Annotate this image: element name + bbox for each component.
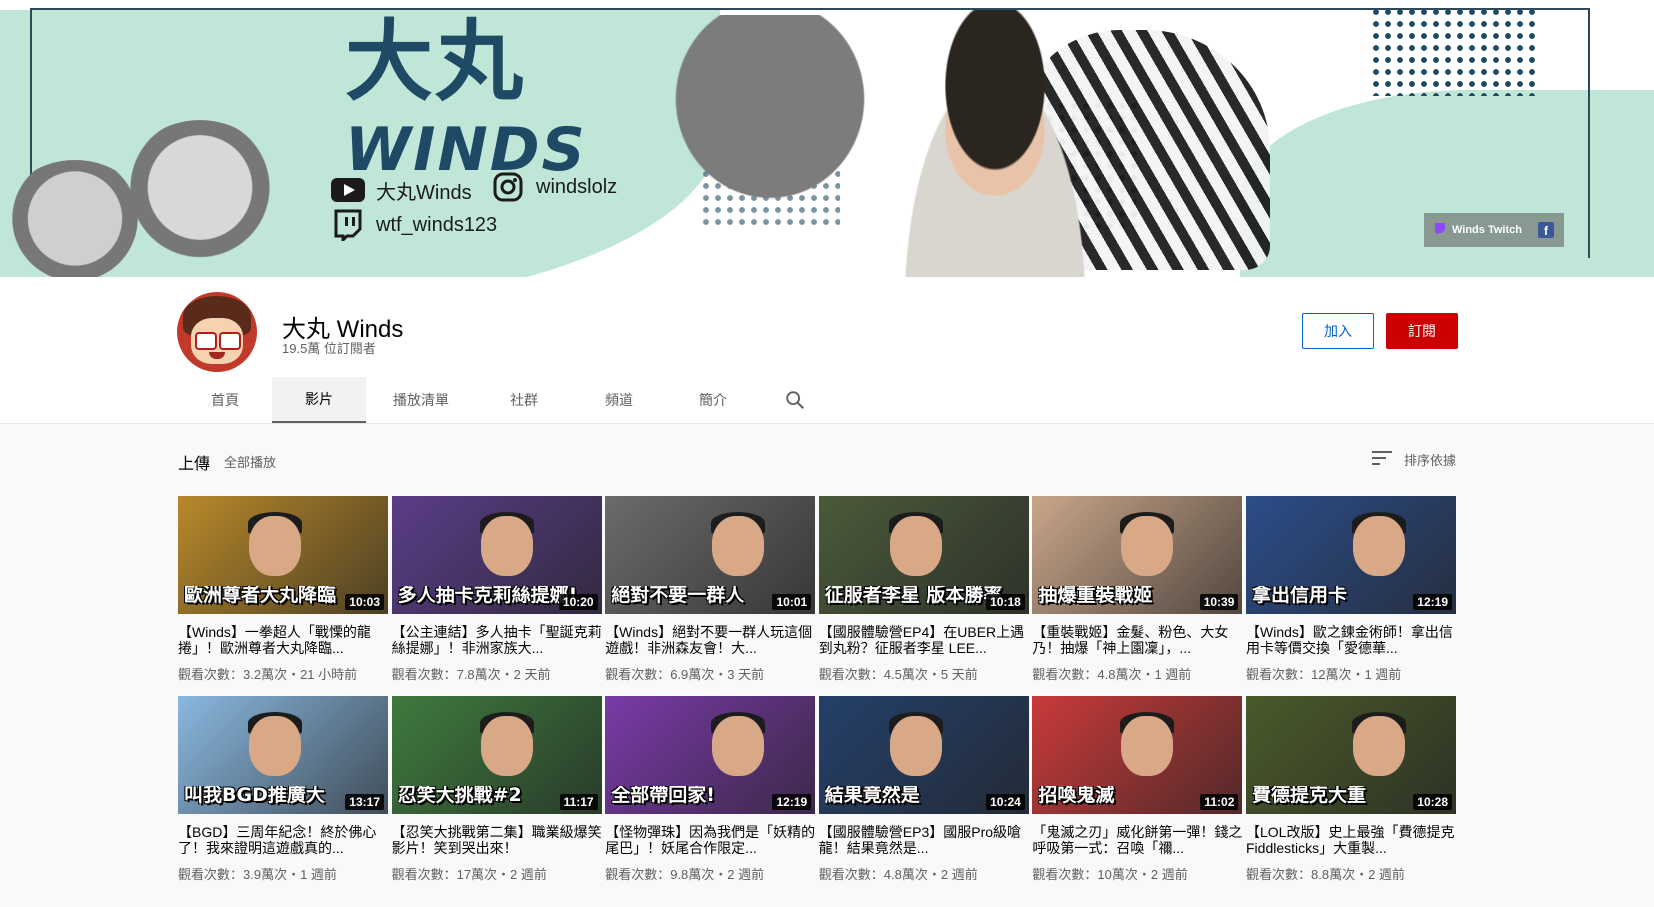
video-card[interactable]: 歐洲尊者大丸降臨 10:03 【Winds】一拳超人「戰慄的龍捲」！歐洲尊者大丸降臨… — [178, 496, 388, 683]
video-duration: 10:39 — [1199, 594, 1239, 610]
channel-banner: 大丸 WINDS 大丸Winds windslolz wtf_winds123 … — [0, 0, 1654, 277]
video-title[interactable]: 【LOL改版】史上最強「費德提克 Fiddlesticks」大重製... — [1246, 824, 1456, 856]
video-meta: 觀看次數：3.9萬次・1 週前 — [178, 867, 337, 882]
video-duration: 10:18 — [986, 594, 1025, 610]
search-icon[interactable] — [760, 377, 830, 423]
tab-community[interactable]: 社群 — [476, 377, 572, 423]
video-card[interactable]: 征服者李星 版本勝率 10:18 【國服體驗營EP4】在UBER上遇到丸粉？征服者李… — [818, 496, 1029, 683]
video-thumbnail[interactable]: 叫我BGD推廣大 13:17 — [178, 696, 388, 814]
video-meta: 觀看次數：4.5萬次・5 天前 — [818, 667, 978, 682]
lemur-image — [120, 120, 280, 270]
video-duration: 11:17 — [559, 794, 598, 810]
video-title[interactable]: 【Winds】歐之鍊金術師！拿出信用卡等價交換「愛德華... — [1246, 624, 1456, 656]
video-duration: 10:28 — [1413, 794, 1452, 810]
banner-link-label: Winds Twitch — [1452, 224, 1522, 236]
tab-home[interactable]: 首頁 — [178, 377, 272, 423]
section-title: 上傳 — [178, 456, 211, 473]
video-thumbnail[interactable]: 結果竟然是 10:24 — [818, 696, 1029, 814]
video-card[interactable]: 忍笑大挑戰#2 11:17 【忍笑大挑戰第二集】職業級爆笑影片！笑到哭出來！ 觀看次數… — [391, 696, 602, 883]
video-title[interactable]: 「鬼滅之刃」威化餅第一彈！錢之呼吸第一式：召喚「禰... — [1032, 824, 1242, 856]
tab-channels[interactable]: 頻道 — [572, 377, 666, 423]
video-title[interactable]: 【重裝戰姬】金髮、粉色、大女乃！抽爆「神上園凜」，... — [1032, 624, 1242, 656]
video-title[interactable]: 【忍笑大挑戰第二集】職業級爆笑影片！笑到哭出來！ — [392, 824, 602, 856]
sort-icon — [1372, 450, 1394, 469]
video-title[interactable]: 【Winds】絕對不要一群人玩這個遊戲！非洲森友會！大... — [605, 624, 815, 656]
twitch-icon — [330, 209, 366, 241]
banner-twitch: wtf_winds123 — [330, 209, 498, 241]
elephant-image — [650, 15, 890, 225]
channel-tabs: 首頁 影片 播放清單 社群 頻道 簡介 — [178, 377, 830, 423]
video-card[interactable]: 招喚鬼滅 11:02 「鬼滅之刃」威化餅第一彈！錢之呼吸第一式：召喚「禰... 觀看次… — [1032, 696, 1243, 883]
video-card[interactable]: 全部帶回家! 12:19 【怪物彈珠】因為我們是「妖精的尾巴」！妖尾合作限定... 觀… — [605, 696, 816, 883]
video-thumbnail[interactable]: 絕對不要一群人 10:01 — [605, 496, 816, 614]
video-thumbnail[interactable]: 招喚鬼滅 11:02 — [1032, 696, 1243, 814]
video-title[interactable]: 【公主連結】多人抽卡「聖誕克莉絲提娜」！非洲家族大... — [392, 624, 602, 656]
join-button[interactable]: 加入 — [1302, 313, 1374, 349]
banner-youtube: 大丸Winds — [330, 175, 472, 205]
video-thumbnail[interactable]: 歐洲尊者大丸降臨 10:03 — [178, 496, 388, 614]
tab-playlists[interactable]: 播放清單 — [366, 377, 476, 423]
sort-menu[interactable]: 排序依據 — [1372, 450, 1456, 469]
video-thumbnail[interactable]: 全部帶回家! 12:19 — [605, 696, 816, 814]
video-thumbnail[interactable]: 拿出信用卡 12:19 — [1246, 496, 1456, 614]
twitch-icon — [1434, 222, 1446, 238]
youtube-icon — [330, 175, 366, 205]
video-duration: 13:17 — [345, 794, 384, 810]
video-meta: 觀看次數：10萬次・2 週前 — [1032, 867, 1188, 882]
video-thumbnail[interactable]: 忍笑大挑戰#2 11:17 — [391, 696, 602, 814]
video-card[interactable]: 叫我BGD推廣大 13:17 【BGD】三周年紀念！終於佛心了！我來證明這遊戲真的.… — [178, 696, 388, 883]
video-meta: 觀看次數：17萬次・2 週前 — [391, 867, 547, 882]
tab-about[interactable]: 簡介 — [666, 377, 760, 423]
video-duration: 10:03 — [345, 594, 384, 610]
video-title[interactable]: 【BGD】三周年紀念！終於佛心了！我來證明這遊戲真的... — [178, 824, 388, 856]
video-duration: 12:19 — [772, 794, 812, 810]
video-card[interactable]: 結果竟然是 10:24 【國服體驗營EP3】國服Pro級嗆龍！結果竟然是... 觀看次… — [818, 696, 1029, 883]
channel-header: 大丸 Winds 19.5萬 位訂閱者 加入 訂閱 首頁 影片 播放清單 社群 … — [0, 277, 1654, 424]
video-title[interactable]: 【國服體驗營EP4】在UBER上遇到丸粉？征服者李星 LEE... — [819, 624, 1029, 656]
banner-twitch-text: wtf_winds123 — [376, 213, 498, 236]
channel-avatar[interactable] — [177, 292, 257, 372]
video-title[interactable]: 【Winds】一拳超人「戰慄的龍捲」！歐洲尊者大丸降臨... — [178, 624, 388, 656]
banner-title-en: WINDS — [345, 115, 587, 185]
facebook-icon[interactable]: f — [1538, 222, 1554, 238]
video-card[interactable]: 多人抽卡克莉絲提娜! 10:20 【公主連結】多人抽卡「聖誕克莉絲提娜」！非洲家族大… — [391, 496, 602, 683]
video-thumbnail[interactable]: 抽爆重裝戰姬 10:39 — [1032, 496, 1243, 614]
banner-youtube-text: 大丸Winds — [376, 181, 472, 204]
video-duration: 10:24 — [986, 794, 1025, 810]
tab-videos[interactable]: 影片 — [272, 377, 366, 423]
video-title[interactable]: 【怪物彈珠】因為我們是「妖精的尾巴」！妖尾合作限定... — [605, 824, 815, 856]
banner-title-cn: 大丸 — [345, 10, 526, 113]
banner-link-twitch[interactable]: Winds Twitch f — [1424, 213, 1564, 247]
video-thumbnail[interactable]: 多人抽卡克莉絲提娜! 10:20 — [391, 496, 602, 614]
video-card[interactable]: 拿出信用卡 12:19 【Winds】歐之鍊金術師！拿出信用卡等價交換「愛德華...… — [1246, 496, 1456, 683]
video-meta: 觀看次數：8.8萬次・2 週前 — [1246, 867, 1405, 882]
video-duration: 10:20 — [558, 594, 598, 610]
video-meta: 觀看次數：3.2萬次・21 小時前 — [178, 667, 358, 682]
video-meta: 觀看次數：9.8萬次・2 週前 — [605, 867, 765, 882]
video-card[interactable]: 費德提克大重 10:28 【LOL改版】史上最強「費德提克 Fiddlesticks… — [1246, 696, 1456, 883]
video-card[interactable]: 絕對不要一群人 10:01 【Winds】絕對不要一群人玩這個遊戲！非洲森友會！大.… — [605, 496, 816, 683]
video-meta: 觀看次數：4.8萬次・1 週前 — [1032, 667, 1192, 682]
video-meta: 觀看次數：7.8萬次・2 天前 — [391, 667, 551, 682]
video-meta: 觀看次數：12萬次・1 週前 — [1246, 667, 1402, 682]
sort-label: 排序依據 — [1404, 453, 1457, 468]
host-photo — [880, 10, 1110, 277]
banner-instagram-text: windslolz — [536, 175, 618, 198]
video-meta: 觀看次數：6.9萬次・3 天前 — [605, 667, 765, 682]
video-card[interactable]: 抽爆重裝戰姬 10:39 【重裝戰姬】金髮、粉色、大女乃！抽爆「神上園凜」，... 觀… — [1032, 496, 1243, 683]
video-duration: 11:02 — [1200, 794, 1239, 810]
instagram-icon — [490, 172, 526, 202]
video-meta: 觀看次數：4.8萬次・2 週前 — [818, 867, 978, 882]
subscribe-button[interactable]: 訂閱 — [1386, 313, 1458, 349]
banner-instagram: windslolz — [490, 172, 617, 202]
video-duration: 10:01 — [772, 594, 812, 610]
video-thumbnail[interactable]: 征服者李星 版本勝率 10:18 — [818, 496, 1029, 614]
video-title[interactable]: 【國服體驗營EP3】國服Pro級嗆龍！結果竟然是... — [819, 824, 1029, 856]
video-duration: 12:19 — [1413, 594, 1452, 610]
video-thumbnail[interactable]: 費德提克大重 10:28 — [1246, 696, 1456, 814]
play-all-link[interactable]: 全部播放 — [224, 452, 276, 471]
subscriber-count: 19.5萬 位訂閱者 — [282, 341, 376, 356]
